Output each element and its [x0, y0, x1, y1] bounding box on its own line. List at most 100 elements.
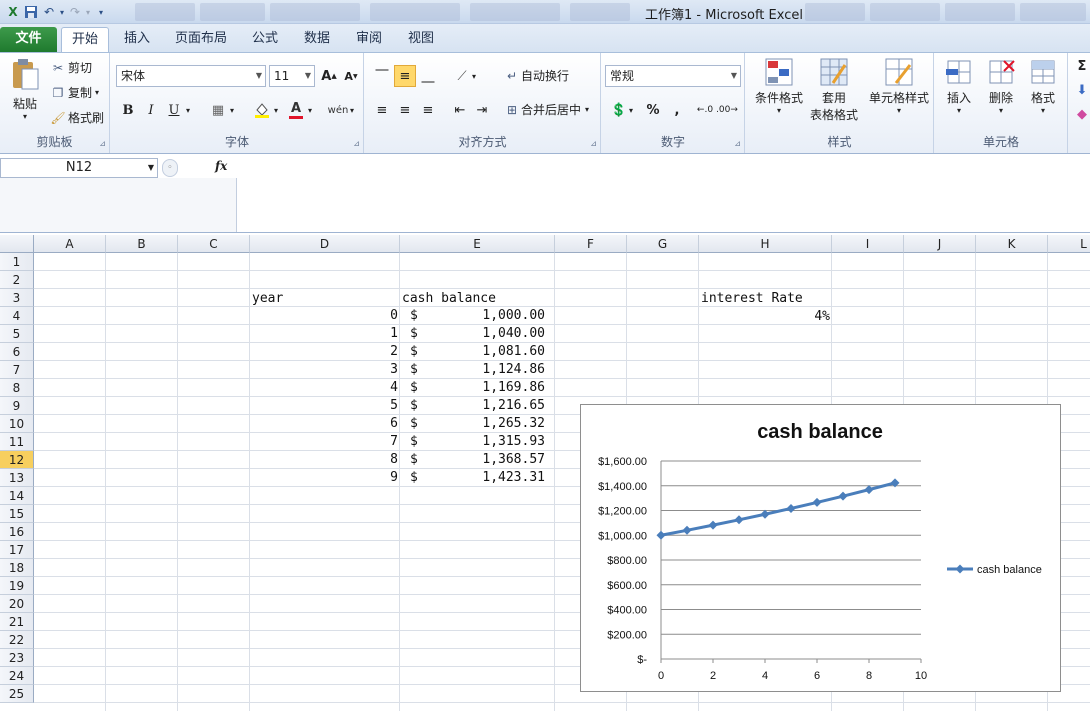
- autosum-icon[interactable]: Σ: [1071, 55, 1090, 77]
- clear-icon[interactable]: ◆: [1071, 103, 1090, 125]
- align-bottom-icon[interactable]: ⎽: [417, 65, 439, 87]
- cell-year[interactable]: 4: [252, 379, 398, 397]
- name-box[interactable]: N12 ▼: [0, 158, 158, 178]
- format-as-table-button[interactable]: 套用 表格格式: [804, 57, 864, 123]
- insert-function-button[interactable]: fx: [215, 159, 227, 173]
- tab-insert[interactable]: 插入: [116, 27, 158, 52]
- column-header-f[interactable]: F: [555, 235, 627, 253]
- insert-cells-button[interactable]: 插入 ▾: [939, 57, 979, 115]
- font-dialog-launcher-icon[interactable]: ⊿: [353, 139, 360, 148]
- align-left-icon[interactable]: ≡: [371, 99, 393, 121]
- tab-file[interactable]: 文件: [0, 27, 57, 52]
- phonetic-icon[interactable]: wén: [327, 99, 349, 121]
- orientation-dropdown-icon[interactable]: ▾: [469, 65, 479, 87]
- align-right-icon[interactable]: ≡: [417, 99, 439, 121]
- align-center-icon[interactable]: ≡: [394, 99, 416, 121]
- save-icon[interactable]: [22, 3, 40, 21]
- background-window-tab[interactable]: [570, 3, 630, 21]
- italic-button[interactable]: I: [140, 99, 162, 121]
- row-header-23[interactable]: 23: [0, 649, 34, 667]
- row-header-20[interactable]: 20: [0, 595, 34, 613]
- row-header-14[interactable]: 14: [0, 487, 34, 505]
- decrease-indent-icon[interactable]: ⇤: [449, 99, 471, 121]
- tab-data[interactable]: 数据: [297, 27, 337, 52]
- cell-year[interactable]: 8: [252, 451, 398, 469]
- clipboard-dialog-launcher-icon[interactable]: ⊿: [99, 139, 106, 148]
- background-window-tab[interactable]: [945, 3, 1015, 21]
- cell-e3-balance-header[interactable]: cash balance: [402, 290, 496, 308]
- row-header-12[interactable]: 12: [0, 451, 34, 469]
- cell-balance[interactable]: 1,000.00: [420, 307, 545, 325]
- comma-style-button[interactable]: ,: [666, 99, 688, 121]
- cell-balance[interactable]: 1,265.32: [420, 415, 545, 433]
- tab-home[interactable]: 开始: [61, 27, 109, 52]
- cell-balance[interactable]: 1,216.65: [420, 397, 545, 415]
- number-dialog-launcher-icon[interactable]: ⊿: [734, 139, 741, 148]
- background-window-tab[interactable]: [135, 3, 195, 21]
- cell-balance[interactable]: 1,040.00: [420, 325, 545, 343]
- underline-dropdown-icon[interactable]: ▾: [183, 99, 193, 121]
- row-header-22[interactable]: 22: [0, 631, 34, 649]
- cell-h4-rate-value[interactable]: 4%: [700, 308, 830, 326]
- cell-year[interactable]: 9: [252, 469, 398, 487]
- fill-color-dropdown-icon[interactable]: ▾: [271, 99, 281, 121]
- cell-balance[interactable]: 1,081.60: [420, 343, 545, 361]
- redo-icon[interactable]: ↷: [66, 3, 84, 21]
- undo-icon[interactable]: ↶: [40, 3, 58, 21]
- background-window-tab[interactable]: [470, 3, 560, 21]
- cell-balance[interactable]: 1,315.93: [420, 433, 545, 451]
- cell-year[interactable]: 1: [252, 325, 398, 343]
- column-header-b[interactable]: B: [106, 235, 178, 253]
- background-window-tab[interactable]: [270, 3, 360, 21]
- borders-dropdown-icon[interactable]: ▾: [227, 99, 237, 121]
- row-header-15[interactable]: 15: [0, 505, 34, 523]
- conditional-formatting-button[interactable]: 条件格式 ▾: [750, 57, 808, 115]
- paste-button[interactable]: 粘贴 ▾: [8, 57, 42, 127]
- name-box-resize-handle[interactable]: ◦: [162, 159, 178, 177]
- row-header-10[interactable]: 10: [0, 415, 34, 433]
- tab-page-layout[interactable]: 页面布局: [170, 27, 232, 52]
- cell-year[interactable]: 7: [252, 433, 398, 451]
- cell-h3-rate-header[interactable]: interest Rate: [701, 290, 803, 308]
- number-format-combo[interactable]: 常规 ▼: [605, 65, 741, 87]
- cell-year[interactable]: 2: [252, 343, 398, 361]
- cell-year[interactable]: 3: [252, 361, 398, 379]
- decrease-decimal-icon[interactable]: .00→: [716, 99, 738, 121]
- cut-button[interactable]: ✂ 剪切: [50, 59, 92, 76]
- font-name-combo[interactable]: 宋体 ▼: [116, 65, 266, 87]
- row-header-1[interactable]: 1: [0, 253, 34, 271]
- select-all-button[interactable]: [0, 235, 34, 253]
- cell-year[interactable]: 5: [252, 397, 398, 415]
- column-header-c[interactable]: C: [178, 235, 250, 253]
- cell-balance[interactable]: 1,368.57: [420, 451, 545, 469]
- alignment-dialog-launcher-icon[interactable]: ⊿: [590, 139, 597, 148]
- increase-indent-icon[interactable]: ⇥: [471, 99, 493, 121]
- font-size-combo[interactable]: 11 ▼: [269, 65, 315, 87]
- row-header-3[interactable]: 3: [0, 289, 34, 307]
- increase-decimal-icon[interactable]: ←.0: [694, 99, 716, 121]
- tab-review[interactable]: 审阅: [349, 27, 389, 52]
- row-header-11[interactable]: 11: [0, 433, 34, 451]
- shrink-font-icon[interactable]: A ▼: [340, 65, 362, 87]
- row-header-19[interactable]: 19: [0, 577, 34, 595]
- cell-styles-button[interactable]: 单元格样式 ▾: [866, 57, 932, 115]
- font-color-icon[interactable]: A: [285, 99, 307, 121]
- background-window-tab[interactable]: [805, 3, 865, 21]
- background-window-tab[interactable]: [200, 3, 265, 21]
- phonetic-dropdown-icon[interactable]: ▾: [347, 99, 357, 121]
- row-header-16[interactable]: 16: [0, 523, 34, 541]
- borders-icon[interactable]: ▦: [207, 99, 229, 121]
- row-header-9[interactable]: 9: [0, 397, 34, 415]
- row-header-18[interactable]: 18: [0, 559, 34, 577]
- cell-balance[interactable]: 1,169.86: [420, 379, 545, 397]
- row-header-24[interactable]: 24: [0, 667, 34, 685]
- fill-down-icon[interactable]: ⬇: [1071, 79, 1090, 101]
- redo-dropdown-icon[interactable]: ▾: [84, 3, 92, 21]
- column-header-l[interactable]: L: [1048, 235, 1090, 253]
- row-header-25[interactable]: 25: [0, 685, 34, 703]
- column-header-a[interactable]: A: [34, 235, 106, 253]
- format-cells-button[interactable]: 格式 ▾: [1023, 57, 1063, 115]
- column-header-e[interactable]: E: [400, 235, 555, 253]
- format-painter-button[interactable]: 🖌 格式刷: [50, 109, 104, 126]
- font-color-dropdown-icon[interactable]: ▾: [305, 99, 315, 121]
